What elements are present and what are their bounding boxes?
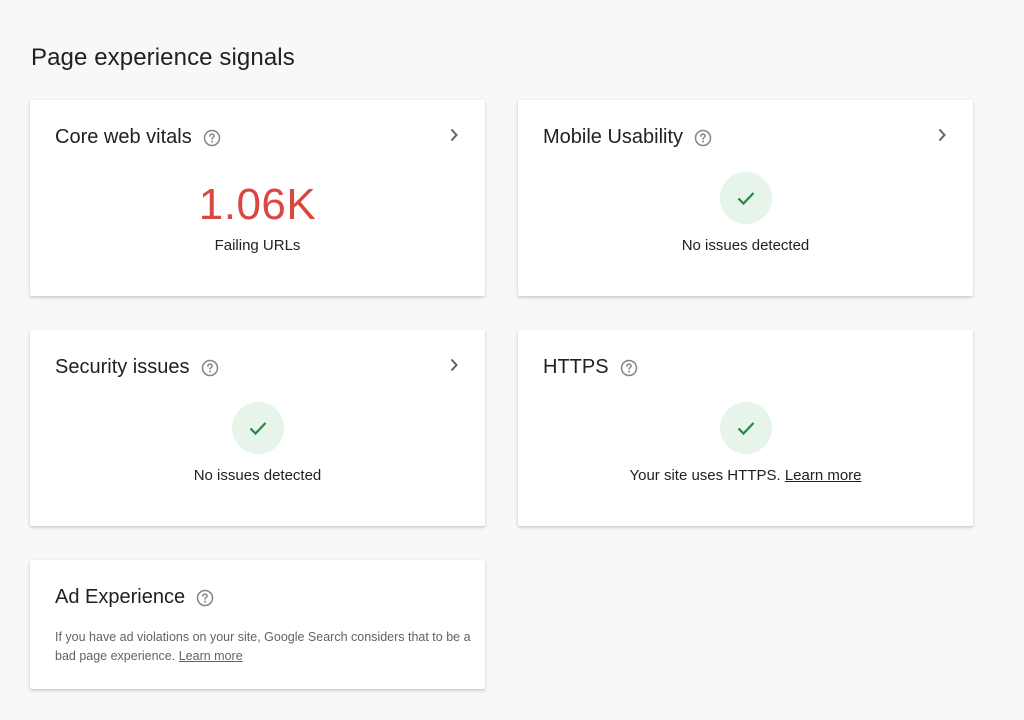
card-header: HTTPS [543, 356, 638, 379]
ad-experience-description: If you have ad violations on your site, … [55, 628, 471, 666]
check-icon [231, 402, 284, 454]
security-issues-card[interactable]: Security issues No issues detected [30, 330, 485, 526]
card-title: HTTPS [543, 356, 609, 378]
description-text: If you have ad violations on your site, … [55, 630, 471, 663]
help-icon[interactable] [694, 129, 712, 147]
learn-more-link[interactable]: Learn more [179, 649, 243, 663]
ad-experience-card: Ad Experience If you have ad violations … [30, 560, 485, 689]
core-web-vitals-card[interactable]: Core web vitals 1.06K Failing URLs [30, 100, 485, 296]
card-header: Mobile Usability [543, 126, 712, 149]
help-icon[interactable] [203, 129, 221, 147]
https-card: HTTPS Your site uses HTTPS. Learn more [518, 330, 973, 526]
status-text: No issues detected [193, 467, 322, 484]
page-title: Page experience signals [31, 44, 295, 71]
card-header: Security issues [55, 356, 219, 379]
status-text: Your site uses HTTPS. Learn more [518, 467, 973, 484]
check-icon [719, 172, 772, 224]
check-icon [719, 402, 772, 454]
failing-urls-count: 1.06K [198, 180, 317, 229]
learn-more-link[interactable]: Learn more [785, 467, 862, 484]
mobile-usability-card[interactable]: Mobile Usability No issues detected [518, 100, 973, 296]
card-title: Mobile Usability [543, 126, 684, 148]
help-icon[interactable] [620, 359, 638, 377]
https-status-text: Your site uses HTTPS. [629, 467, 781, 484]
help-icon[interactable] [201, 359, 219, 377]
card-title: Ad Experience [55, 586, 186, 608]
chevron-right-icon[interactable] [447, 128, 461, 142]
card-title: Core web vitals [55, 126, 192, 148]
status-text: No issues detected [681, 237, 810, 254]
chevron-right-icon[interactable] [447, 358, 461, 372]
card-header: Core web vitals [55, 126, 221, 149]
card-title: Security issues [55, 356, 190, 378]
card-header: Ad Experience [55, 586, 214, 609]
help-icon[interactable] [196, 589, 214, 607]
chevron-right-icon[interactable] [935, 128, 949, 142]
failing-urls-label: Failing URLs [214, 237, 301, 254]
